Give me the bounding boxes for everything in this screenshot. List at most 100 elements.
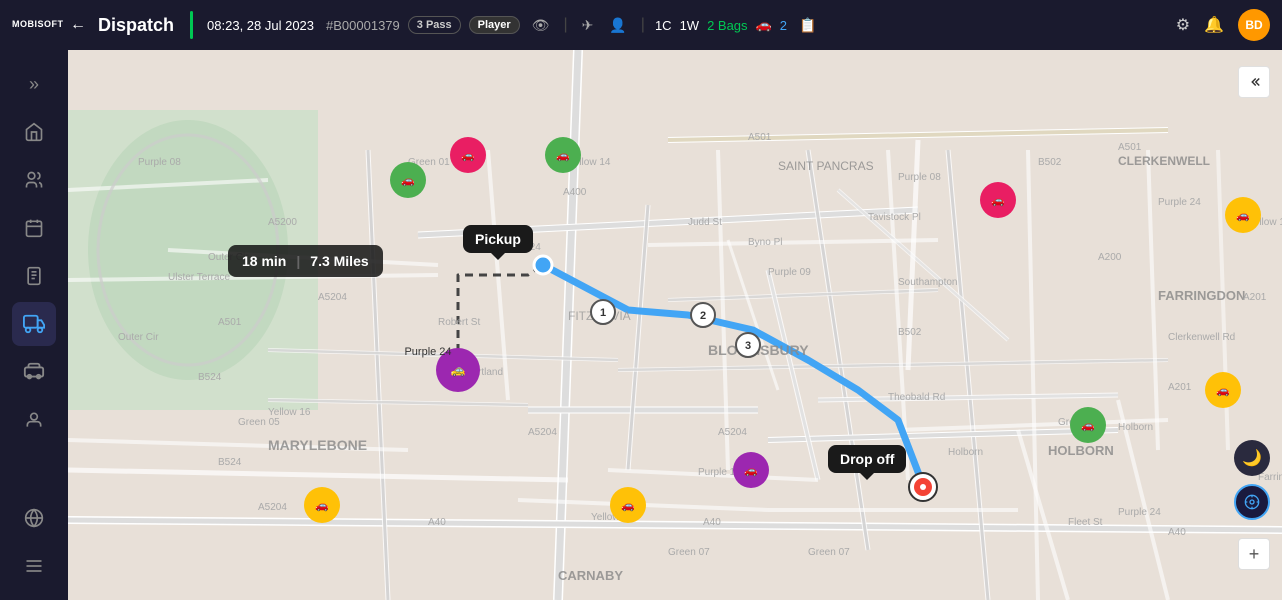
page-title: Dispatch (98, 15, 174, 36)
svg-text:Purple 24: Purple 24 (404, 346, 451, 358)
svg-text:A201: A201 (1168, 382, 1192, 393)
back-button[interactable]: ← (70, 16, 86, 34)
svg-text:🚗: 🚗 (315, 500, 329, 512)
svg-text:Tavistock Pl: Tavistock Pl (868, 212, 921, 223)
svg-text:Purple 08: Purple 08 (898, 172, 941, 183)
map-controls: 🌙 (1234, 440, 1270, 520)
svg-text:Purple 08: Purple 08 (138, 157, 181, 168)
sidebar-item-routing[interactable] (12, 496, 56, 540)
svg-text:🚗: 🚗 (1081, 420, 1095, 432)
svg-text:B502: B502 (898, 327, 922, 338)
svg-text:B524: B524 (198, 372, 222, 383)
stat-bags: 2 Bags (707, 18, 747, 33)
svg-text:Purple 24: Purple 24 (498, 242, 541, 253)
svg-text:A200: A200 (1098, 252, 1122, 263)
svg-text:Ulster Terrace: Ulster Terrace (168, 272, 230, 283)
svg-text:B524: B524 (218, 457, 242, 468)
sidebar: » (0, 50, 68, 600)
svg-text:Outer Cir: Outer Cir (208, 252, 249, 263)
svg-text:A5204: A5204 (318, 292, 347, 303)
svg-text:Holborn: Holborn (1118, 422, 1153, 433)
svg-text:Purple 24: Purple 24 (1118, 507, 1161, 518)
svg-text:A400: A400 (563, 187, 587, 198)
svg-text:A501: A501 (748, 132, 772, 143)
svg-text:🚗: 🚗 (621, 500, 635, 512)
sidebar-item-car-alt[interactable] (12, 350, 56, 394)
header: MOBISOFT ← Dispatch 08:23, 28 Jul 2023 #… (0, 0, 1282, 50)
sidebar-item-team[interactable] (12, 158, 56, 202)
header-divider (190, 11, 193, 39)
header-time: 08:23, 28 Jul 2023 (207, 18, 314, 33)
svg-text:B502: B502 (1038, 157, 1062, 168)
sidebar-item-person[interactable] (12, 398, 56, 442)
svg-text:🚗: 🚗 (401, 175, 415, 187)
svg-text:Theobald Rd: Theobald Rd (888, 392, 945, 403)
zoom-in-button[interactable]: + (1238, 538, 1270, 570)
svg-text:CLERKENWELL: CLERKENWELL (1118, 154, 1210, 168)
sidebar-item-calendar[interactable] (12, 206, 56, 250)
dispatch-icon[interactable]: ✈ (578, 15, 598, 36)
svg-text:HOLBORN: HOLBORN (1048, 443, 1114, 458)
svg-text:🚗: 🚗 (1236, 210, 1250, 222)
pass-badge: 3 Pass (408, 16, 461, 34)
svg-text:Purple 24: Purple 24 (1158, 197, 1201, 208)
svg-text:A40: A40 (428, 517, 446, 528)
svg-text:FARRINGDON: FARRINGDON (1158, 288, 1245, 303)
svg-text:Clerkenwell Rd: Clerkenwell Rd (1168, 332, 1235, 343)
svg-text:2: 2 (700, 310, 706, 322)
dark-mode-button[interactable]: 🌙 (1234, 440, 1270, 476)
sidebar-item-home[interactable] (12, 110, 56, 154)
svg-text:Outer Cir: Outer Cir (118, 332, 159, 343)
collapse-right-button[interactable] (1238, 66, 1270, 98)
svg-text:A40: A40 (1168, 527, 1186, 538)
svg-text:Byno Pl: Byno Pl (748, 237, 782, 248)
stat-1w: 1W (680, 18, 700, 33)
svg-text:🚕: 🚕 (451, 363, 466, 377)
eye-icon[interactable]: 👁 (528, 15, 554, 36)
svg-text:1: 1 (600, 307, 606, 319)
note-icon[interactable]: 📋 (795, 15, 820, 36)
svg-text:🚗: 🚗 (1216, 385, 1230, 397)
svg-text:🚗: 🚗 (556, 150, 570, 162)
svg-text:🚗: 🚗 (744, 465, 758, 477)
svg-text:A201: A201 (1243, 292, 1267, 303)
svg-text:A5204: A5204 (718, 427, 747, 438)
stat-1c: 1C (655, 18, 672, 33)
svg-text:A501: A501 (1118, 142, 1142, 153)
svg-text:Southampton: Southampton (898, 277, 958, 288)
settings-icon[interactable]: ⚙ (1176, 15, 1190, 35)
user-avatar[interactable]: BD (1238, 9, 1270, 41)
svg-text:Holborn: Holborn (948, 447, 983, 458)
sidebar-expand[interactable]: » (12, 62, 56, 106)
svg-text:Fleet St: Fleet St (1068, 517, 1103, 528)
svg-text:3: 3 (745, 340, 751, 352)
logo: MOBISOFT (12, 20, 62, 30)
svg-text:Robert St: Robert St (438, 317, 480, 328)
sidebar-item-vehicle[interactable] (12, 302, 56, 346)
svg-text:SAINT PANCRAS: SAINT PANCRAS (778, 159, 874, 173)
svg-text:MARYLEBONE: MARYLEBONE (268, 437, 367, 453)
svg-text:Purple 09: Purple 09 (768, 267, 811, 278)
sidebar-item-menu[interactable] (12, 544, 56, 588)
svg-text:Green 07: Green 07 (808, 547, 850, 558)
svg-text:CARNABY: CARNABY (558, 568, 623, 583)
svg-text:A5204: A5204 (258, 502, 287, 513)
header-right: ⚙ 🔔 BD (1176, 9, 1270, 41)
svg-text:Green 05: Green 05 (238, 417, 280, 428)
svg-text:Judd St: Judd St (688, 217, 722, 228)
svg-text:A5200: A5200 (268, 217, 297, 228)
stat-vehicle-count: 2 (780, 18, 787, 33)
svg-text:Green 07: Green 07 (668, 547, 710, 558)
zoom-controls: + (1238, 538, 1270, 570)
player-badge: Player (469, 16, 520, 34)
svg-text:🚗: 🚗 (461, 150, 475, 162)
sidebar-item-dispatch-list[interactable] (12, 254, 56, 298)
map-svg: MARYLEBONE BLOOMSBURY FITZROVIA FARRINGD… (68, 50, 1282, 600)
location-button[interactable] (1234, 484, 1270, 520)
assign-icon[interactable]: 👤 (605, 15, 630, 36)
svg-text:A501: A501 (218, 317, 242, 328)
notification-icon[interactable]: 🔔 (1204, 15, 1224, 35)
svg-text:🚗: 🚗 (991, 195, 1005, 207)
booking-id: #B00001379 (326, 18, 400, 33)
map-container[interactable]: MARYLEBONE BLOOMSBURY FITZROVIA FARRINGD… (68, 50, 1282, 600)
